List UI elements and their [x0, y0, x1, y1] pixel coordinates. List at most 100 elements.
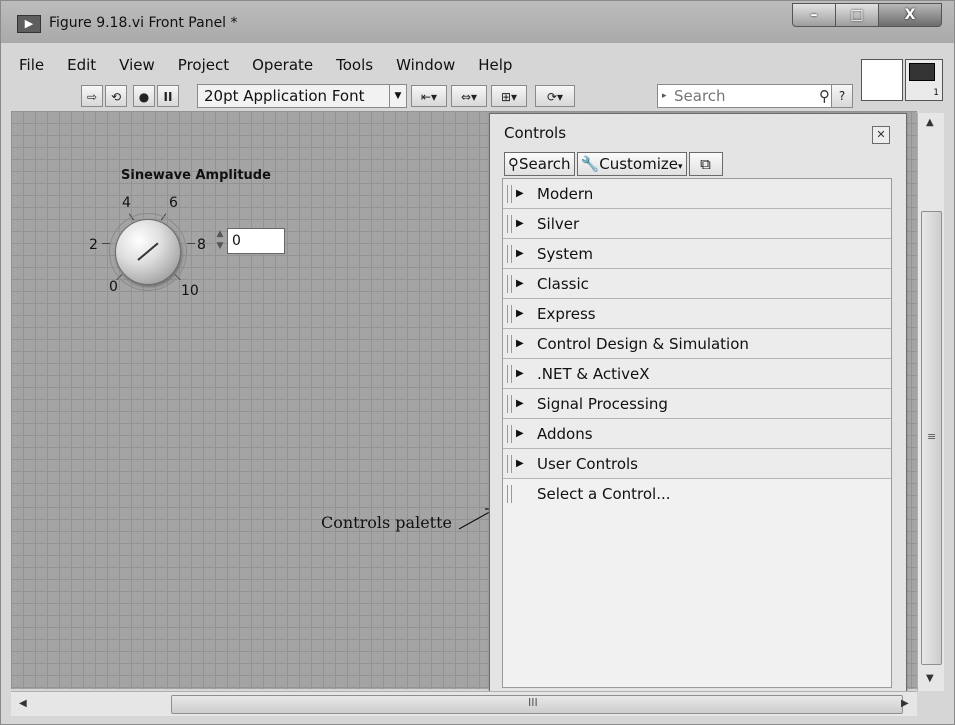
- category-label: System: [537, 245, 593, 263]
- category-label: .NET & ActiveX: [537, 365, 650, 383]
- menu-help[interactable]: Help: [468, 53, 525, 79]
- palette-customize-label: Customize: [599, 155, 678, 173]
- menu-window[interactable]: Window: [386, 53, 468, 79]
- run-continuously-icon[interactable]: ⟲: [105, 85, 127, 107]
- select-a-control-item[interactable]: Select a Control...: [503, 479, 891, 509]
- knob-scale-4: 4: [122, 195, 131, 211]
- palette-close-button[interactable]: ✕: [872, 126, 890, 144]
- knob-scale-0: 0: [109, 279, 118, 295]
- expand-triangle-icon: ▶: [516, 458, 524, 469]
- palette-view-button[interactable]: ⧉: [688, 152, 723, 176]
- grip-icon: [507, 185, 512, 203]
- palette-category-dotnet-activex[interactable]: ▶ .NET & ActiveX: [503, 359, 891, 389]
- palette-category-addons[interactable]: ▶ Addons: [503, 419, 891, 449]
- expand-triangle-icon: ▶: [516, 308, 524, 319]
- grip-icon: [507, 395, 512, 413]
- palette-customize-button[interactable]: 🔧Customize▾: [576, 152, 687, 176]
- expand-triangle-icon: ▶: [516, 218, 524, 229]
- expand-triangle-icon: ▶: [516, 188, 524, 199]
- scroll-up-arrow-icon[interactable]: ▲: [926, 117, 934, 128]
- connector-graphic-icon: [909, 63, 935, 81]
- category-label: Control Design & Simulation: [537, 335, 749, 353]
- align-icon[interactable]: ⇤▾: [411, 85, 447, 107]
- palette-search-button[interactable]: ⚲Search: [504, 152, 575, 176]
- knob-label: Sinewave Amplitude: [121, 168, 271, 183]
- context-help-button[interactable]: ?: [831, 84, 853, 108]
- labview-vi-icon: ▶: [17, 15, 41, 33]
- search-icon: ⚲: [508, 155, 519, 173]
- vertical-scrollbar[interactable]: ▲ ≡ ▼: [917, 113, 944, 691]
- palette-category-express[interactable]: ▶ Express: [503, 299, 891, 329]
- palette-category-user-controls[interactable]: ▶ User Controls: [503, 449, 891, 479]
- grip-icon: [507, 245, 512, 263]
- category-label: Classic: [537, 275, 589, 293]
- vertical-scroll-thumb[interactable]: ≡: [921, 211, 942, 665]
- knob-scale-8: 8: [197, 237, 206, 253]
- menu-edit[interactable]: Edit: [57, 53, 109, 79]
- knob-digital-display[interactable]: 0: [227, 228, 285, 254]
- search-icon[interactable]: ⚲: [819, 85, 830, 107]
- minimize-button[interactable]: –: [792, 3, 836, 27]
- grip-icon: [507, 215, 512, 233]
- expand-triangle-icon: ▶: [516, 278, 524, 289]
- category-label: Silver: [537, 215, 580, 233]
- category-label: User Controls: [537, 455, 638, 473]
- resize-icon[interactable]: ⊞▾: [491, 85, 527, 107]
- run-arrow-icon[interactable]: ⇨: [81, 85, 103, 107]
- connector-pane[interactable]: 1: [905, 59, 943, 101]
- expand-triangle-icon: ▶: [516, 398, 524, 409]
- search-input[interactable]: [674, 86, 804, 106]
- palette-category-modern[interactable]: ▶ Modern: [503, 179, 891, 209]
- increment-decrement-icon[interactable]: ▲ ▼: [215, 228, 225, 254]
- horizontal-scrollbar[interactable]: ◀ III ▶: [11, 691, 917, 716]
- menu-view[interactable]: View: [109, 53, 168, 79]
- wrench-icon: 🔧: [580, 155, 600, 173]
- category-label: Modern: [537, 185, 594, 203]
- menu-file[interactable]: File: [9, 53, 57, 79]
- menu-tools[interactable]: Tools: [326, 53, 386, 79]
- title-bar[interactable]: ▶ Figure 9.18.vi Front Panel * – □ X: [1, 1, 954, 43]
- palette-category-list: ▶ Modern ▶ Silver ▶ System ▶ Classic ▶ Expres…: [502, 178, 892, 688]
- scroll-left-arrow-icon[interactable]: ◀: [19, 698, 27, 709]
- toolbar: ⇨ ⟲ ● II 20pt Application Font ▼ ⇤▾ ⇔▾ ⊞…: [9, 59, 947, 113]
- abort-icon[interactable]: ●: [133, 85, 155, 107]
- grip-icon: [507, 425, 512, 443]
- distribute-icon[interactable]: ⇔▾: [451, 85, 487, 107]
- grip-icon: [507, 305, 512, 323]
- search-field[interactable]: ▸ ⚲: [657, 84, 841, 108]
- scroll-grip-icon: III: [528, 696, 538, 709]
- front-panel-window: ▶ Figure 9.18.vi Front Panel * – □ X Fil…: [0, 0, 955, 725]
- horizontal-scroll-thumb[interactable]: III: [171, 695, 903, 714]
- font-select[interactable]: 20pt Application Font ▼: [197, 84, 407, 108]
- dropdown-arrow-icon: ▼: [389, 85, 406, 107]
- vi-icon-pane[interactable]: [861, 59, 903, 101]
- expand-triangle-icon: ▶: [516, 248, 524, 259]
- grip-icon: [507, 275, 512, 293]
- palette-category-classic[interactable]: ▶ Classic: [503, 269, 891, 299]
- expand-triangle-icon: ▶: [516, 368, 524, 379]
- knob-scale-2: 2: [89, 237, 98, 253]
- knob-scale-10: 10: [181, 283, 199, 299]
- palette-category-silver[interactable]: ▶ Silver: [503, 209, 891, 239]
- palette-search-label: Search: [519, 155, 571, 173]
- search-dropdown-icon: ▸: [662, 91, 667, 101]
- menu-operate[interactable]: Operate: [242, 53, 326, 79]
- palette-category-signal-processing[interactable]: ▶ Signal Processing: [503, 389, 891, 419]
- palette-toolbar: ⚲Search 🔧Customize▾ ⧉: [504, 152, 725, 176]
- palette-title: Controls: [504, 124, 567, 142]
- menu-bar: File Edit View Project Operate Tools Win…: [9, 53, 849, 79]
- category-label: Express: [537, 305, 596, 323]
- scroll-down-arrow-icon[interactable]: ▼: [926, 673, 934, 684]
- dropdown-arrow-icon: ▾: [677, 162, 683, 172]
- expand-triangle-icon: ▶: [516, 428, 524, 439]
- category-label: Signal Processing: [537, 395, 668, 413]
- reorder-icon[interactable]: ⟳▾: [535, 85, 575, 107]
- palette-category-control-design[interactable]: ▶ Control Design & Simulation: [503, 329, 891, 359]
- close-button[interactable]: X: [878, 3, 942, 27]
- menu-project[interactable]: Project: [168, 53, 242, 79]
- window-stack-icon: ⧉: [700, 155, 711, 173]
- palette-category-system[interactable]: ▶ System: [503, 239, 891, 269]
- pause-icon[interactable]: II: [157, 85, 179, 107]
- maximize-button[interactable]: □: [835, 3, 879, 27]
- scroll-right-arrow-icon[interactable]: ▶: [901, 698, 909, 709]
